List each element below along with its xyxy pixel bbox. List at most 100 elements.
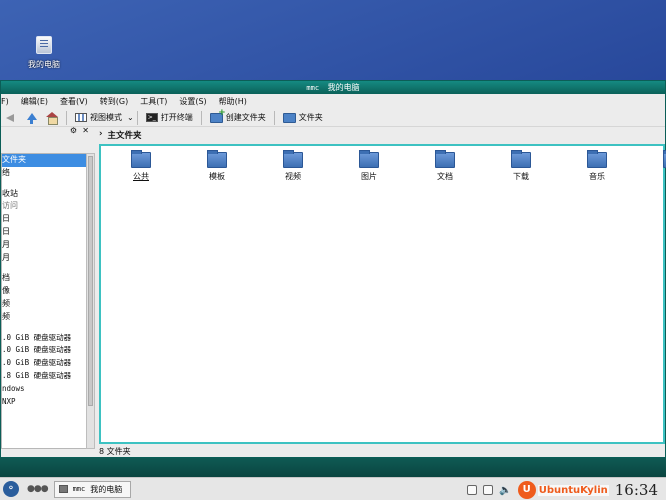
desktop-icon-my-computer[interactable]: 我的电脑 xyxy=(22,36,66,70)
folder-item[interactable]: 音乐 xyxy=(575,150,619,182)
network-icon[interactable] xyxy=(467,485,478,495)
sidebar-item[interactable]: .0 GiB 硬盘驱动器 xyxy=(2,344,86,357)
sidebar-item[interactable]: 日 xyxy=(2,226,86,239)
new-folder-label: 创建文件夹 xyxy=(225,113,266,122)
sidebar-item[interactable]: 文件夹 xyxy=(2,154,86,167)
new-folder-button[interactable]: 创建文件夹 xyxy=(205,108,271,126)
sidebar-item[interactable]: 日 xyxy=(2,213,86,226)
menu-edit[interactable]: 编辑(E) xyxy=(15,95,54,109)
sidebar-item[interactable]: 收站 xyxy=(2,188,86,201)
folder-label: 桌 xyxy=(651,171,666,182)
up-button[interactable] xyxy=(21,110,41,126)
sidebar-item[interactable]: 络 xyxy=(2,167,86,180)
back-button[interactable] xyxy=(1,110,21,126)
toolbar-separator xyxy=(200,110,202,125)
view-mode-button[interactable]: 视图模式 xyxy=(70,110,127,126)
window-title: 我的电脑 xyxy=(327,83,360,92)
title-bar[interactable]: mmc 我的电脑 xyxy=(1,81,665,94)
task-app: mmc xyxy=(72,485,86,493)
folder-item[interactable]: 下载 xyxy=(499,150,543,182)
sidebar-item[interactable]: 频 xyxy=(2,298,86,311)
sidebar-item[interactable]: ndows xyxy=(2,383,86,396)
home-icon xyxy=(46,112,58,125)
ubuntukylin-icon: U xyxy=(517,481,536,499)
menu-view[interactable]: 查看(V) xyxy=(54,95,94,109)
toolbar-separator xyxy=(66,110,67,125)
chevron-down-icon[interactable]: ⌄ xyxy=(127,113,134,122)
folder-icon xyxy=(435,150,455,168)
clock[interactable]: 16:34 xyxy=(615,481,658,499)
folder-label: 模板 xyxy=(209,172,225,181)
sidebar-item[interactable]: NXP xyxy=(2,396,86,409)
terminal-icon: >_ xyxy=(145,113,158,122)
folder-label: 视频 xyxy=(285,172,301,181)
folder-icon xyxy=(511,150,531,168)
start-menu-icon[interactable]: ⚬ xyxy=(3,481,19,497)
folder-grid: 公共 模板 视频 图片 文档 下载 音乐 桌 xyxy=(101,150,666,192)
sidebar: ⚙ ✕ 文件夹络收站 访问日日月月档像频频 .0 GiB 硬盘驱动器 .0 GiB 硬… xyxy=(1,126,95,500)
menu-settings[interactable]: 设置(S) xyxy=(173,95,212,109)
folder-label: 图片 xyxy=(361,172,377,181)
task-title: 我的电脑 xyxy=(90,484,123,494)
folder-item[interactable]: 公共 xyxy=(119,150,163,182)
folders-label: 文件夹 xyxy=(298,113,323,122)
folders-button[interactable]: 文件夹 xyxy=(278,110,328,126)
menu-go[interactable]: 转到(G) xyxy=(94,95,134,109)
desktop-panel-strip xyxy=(0,458,666,477)
close-icon[interactable]: ✕ xyxy=(82,126,89,135)
new-folder-icon xyxy=(209,108,226,123)
folder-item[interactable]: 文档 xyxy=(423,150,467,182)
up-arrow-icon xyxy=(26,112,37,124)
view-mode-label: 视图模式 xyxy=(90,113,122,122)
sidebar-item[interactable]: 频 xyxy=(2,311,86,324)
status-bar: 8 文件夹 xyxy=(99,447,131,456)
computer-icon xyxy=(36,36,52,54)
breadcrumb: › 主文件夹 xyxy=(99,129,142,141)
folder-icon xyxy=(283,150,303,168)
menu-tools[interactable]: 工具(T) xyxy=(134,95,173,109)
workspace-dots-icon[interactable]: ●●● xyxy=(27,484,49,494)
breadcrumb-home[interactable]: 主文件夹 xyxy=(108,129,142,141)
sidebar-item[interactable]: 月 xyxy=(2,239,86,252)
volume-icon[interactable]: 🔈 xyxy=(499,485,511,496)
breadcrumb-arrow-icon[interactable]: › xyxy=(99,129,103,141)
toolbar-separator xyxy=(273,110,275,125)
folder-item[interactable]: 图片 xyxy=(347,150,391,182)
file-manager-window: mmc 我的电脑 F) 编辑(E) 查看(V) 转到(G) 工具(T) 设置(S… xyxy=(0,80,666,500)
scrollbar-thumb[interactable] xyxy=(88,156,93,406)
sidebar-category: 访问 xyxy=(2,201,18,211)
view-mode-icon xyxy=(75,113,87,122)
window-icon xyxy=(58,485,68,493)
open-terminal-button[interactable]: >_ 打开终端 xyxy=(141,110,198,126)
menu-file[interactable]: F) xyxy=(1,95,15,109)
folder-item[interactable]: 模板 xyxy=(195,150,239,182)
sidebar-item[interactable]: .0 GiB 硬盘驱动器 xyxy=(2,332,86,345)
file-view[interactable]: 公共 模板 视频 图片 文档 下载 音乐 桌 xyxy=(99,144,666,444)
folder-item[interactable]: 桌 xyxy=(651,150,666,182)
folder-icon xyxy=(282,112,296,123)
taskbar-window-button[interactable]: mmc 我的电脑 xyxy=(53,480,132,498)
home-button[interactable] xyxy=(41,110,63,126)
sidebar-item[interactable]: 像 xyxy=(2,285,86,298)
folder-item[interactable]: 视频 xyxy=(271,150,315,182)
sidebar-item[interactable]: 月 xyxy=(2,252,86,265)
sidebar-item[interactable]: .0 GiB 硬盘驱动器 xyxy=(2,357,86,370)
open-terminal-label: 打开终端 xyxy=(160,113,193,122)
sidebar-header: ⚙ ✕ xyxy=(1,126,95,136)
toolbar: 视图模式 ⌄ >_ 打开终端 创建文件夹 文件夹 xyxy=(1,108,665,127)
folder-label: 文档 xyxy=(437,172,453,181)
toolbar-separator xyxy=(136,110,138,125)
taskbar: ⚬ ●●● mmc 我的电脑 🔈 U UbuntuKylin 16:34 xyxy=(0,477,666,500)
sidebar-vertical-scrollbar[interactable] xyxy=(86,153,95,449)
brand-logo: U UbuntuKylin xyxy=(517,481,609,499)
menu-bar: F) 编辑(E) 查看(V) 转到(G) 工具(T) 设置(S) 帮助(H) xyxy=(1,95,665,109)
folder-label: 音乐 xyxy=(589,172,605,181)
gear-icon[interactable]: ⚙ xyxy=(70,126,77,135)
clipboard-icon[interactable] xyxy=(483,485,494,495)
folder-icon xyxy=(359,150,379,168)
desktop-icon-label: 我的电脑 xyxy=(28,60,60,69)
sidebar-item[interactable]: .8 GiB 硬盘驱动器 xyxy=(2,370,86,383)
sidebar-item[interactable]: 档 xyxy=(2,272,86,285)
